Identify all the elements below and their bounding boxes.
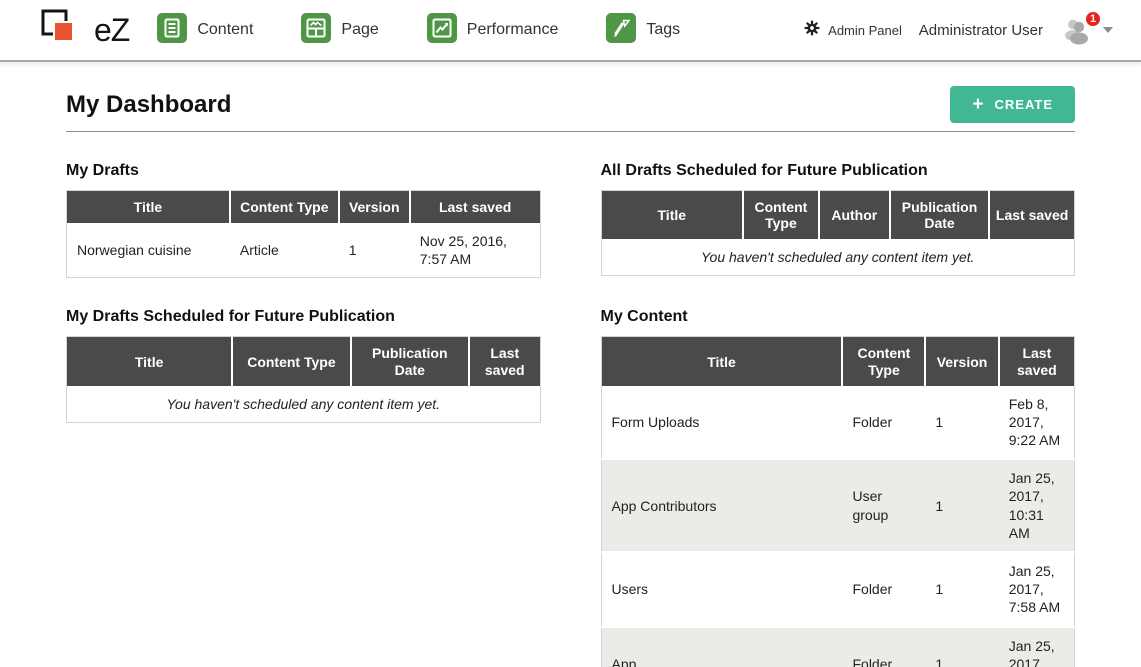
table-cell: App Contributors bbox=[601, 459, 842, 552]
table-cell: 1 bbox=[339, 223, 410, 278]
ez-logo[interactable]: eZ bbox=[40, 6, 129, 55]
table-row[interactable]: App ContributorsUser group1Jan 25, 2017,… bbox=[601, 459, 1075, 552]
column-header: Author bbox=[819, 191, 890, 240]
table-row[interactable]: Norwegian cuisineArticle1Nov 25, 2016, 7… bbox=[67, 223, 541, 278]
table-cell: Form Uploads bbox=[601, 386, 842, 460]
gear-icon bbox=[804, 20, 820, 41]
my-drafts-table: TitleContent TypeVersionLast savedNorweg… bbox=[66, 190, 541, 278]
table-cell: 1 bbox=[925, 386, 998, 460]
table-header-row: TitleContent TypeVersionLast saved bbox=[601, 337, 1075, 386]
create-button[interactable]: + CREATE bbox=[950, 86, 1075, 123]
dashboard-grid: My Drafts TitleContent TypeVersionLast s… bbox=[66, 162, 1075, 667]
page-icon bbox=[301, 13, 331, 48]
nav-label-tags: Tags bbox=[646, 21, 680, 39]
admin-panel-label: Admin Panel bbox=[828, 23, 902, 38]
create-button-label: CREATE bbox=[995, 97, 1053, 112]
section-title-all-drafts-scheduled: All Drafts Scheduled for Future Publicat… bbox=[601, 162, 1076, 180]
table-cell: Folder bbox=[842, 552, 925, 627]
column-header: Last saved bbox=[989, 191, 1074, 240]
column-header: Content Type bbox=[232, 337, 350, 386]
user-name: Administrator User bbox=[919, 22, 1043, 39]
table-row[interactable]: Form UploadsFolder1Feb 8, 2017, 9:22 AM bbox=[601, 386, 1075, 460]
section-title-my-content: My Content bbox=[601, 308, 1076, 326]
ez-logo-icon bbox=[40, 6, 90, 55]
column-header: Content Type bbox=[230, 191, 339, 224]
table-cell: Jan 25, 2017, 7:55 AM bbox=[999, 627, 1075, 667]
section-my-drafts: My Drafts TitleContent TypeVersionLast s… bbox=[66, 162, 541, 278]
column-header: Last saved bbox=[999, 337, 1075, 386]
content-icon bbox=[157, 13, 187, 48]
my-drafts-scheduled-table-container: TitleContent TypePublication DateLast sa… bbox=[66, 336, 541, 422]
admin-panel-button[interactable]: Admin Panel bbox=[804, 20, 902, 41]
column-header: Last saved bbox=[410, 191, 540, 224]
notification-badge[interactable]: 1 bbox=[1084, 10, 1102, 28]
my-content-table-container: TitleContent TypeVersionLast savedForm U… bbox=[601, 336, 1076, 667]
table-cell: 1 bbox=[925, 552, 998, 627]
column-header: Title bbox=[67, 191, 230, 224]
section-title-my-drafts: My Drafts bbox=[66, 162, 541, 180]
section-all-drafts-scheduled: All Drafts Scheduled for Future Publicat… bbox=[601, 162, 1076, 276]
dashboard-main: My Dashboard + CREATE My Drafts TitleCon… bbox=[0, 62, 1141, 667]
my-content-table: TitleContent TypeVersionLast savedForm U… bbox=[601, 336, 1076, 667]
title-divider bbox=[66, 131, 1075, 132]
column-header: Publication Date bbox=[351, 337, 469, 386]
table-cell: Nov 25, 2016, 7:57 AM bbox=[410, 223, 540, 278]
table-cell: Norwegian cuisine bbox=[67, 223, 230, 278]
table-cell: User group bbox=[842, 459, 925, 552]
table-row[interactable]: AppFolder1Jan 25, 2017, 7:55 AM bbox=[601, 627, 1075, 667]
column-header: Title bbox=[601, 191, 743, 240]
empty-row: You haven't scheduled any content item y… bbox=[67, 386, 541, 423]
plus-icon: + bbox=[972, 95, 984, 114]
column-header: Publication Date bbox=[890, 191, 989, 240]
column-header: Content Type bbox=[842, 337, 925, 386]
nav-item-tags[interactable]: Tags bbox=[606, 13, 680, 48]
section-my-content: My Content TitleContent TypeVersionLast … bbox=[601, 308, 1076, 667]
table-cell: Article bbox=[230, 223, 339, 278]
my-drafts-scheduled-table: TitleContent TypePublication DateLast sa… bbox=[66, 336, 541, 422]
tags-icon bbox=[606, 13, 636, 48]
all-drafts-scheduled-table: TitleContent TypeAuthorPublication DateL… bbox=[601, 190, 1076, 276]
section-my-drafts-scheduled: My Drafts Scheduled for Future Publicati… bbox=[66, 308, 541, 422]
nav-item-performance[interactable]: Performance bbox=[427, 13, 559, 48]
nav-label-content: Content bbox=[197, 21, 253, 39]
logo-text: eZ bbox=[94, 12, 129, 49]
table-header-row: TitleContent TypePublication DateLast sa… bbox=[67, 337, 541, 386]
table-cell: 1 bbox=[925, 627, 998, 667]
table-cell: Jan 25, 2017, 7:58 AM bbox=[999, 552, 1075, 627]
top-bar: eZ Content Page bbox=[0, 0, 1141, 62]
nav-item-content[interactable]: Content bbox=[157, 13, 253, 48]
user-menu[interactable]: Administrator User 1 bbox=[919, 15, 1113, 45]
nav-item-page[interactable]: Page bbox=[301, 13, 378, 48]
column-header: Version bbox=[925, 337, 998, 386]
performance-icon bbox=[427, 13, 457, 48]
avatar[interactable]: 1 bbox=[1061, 15, 1093, 45]
my-drafts-table-container: TitleContent TypeVersionLast savedNorweg… bbox=[66, 190, 541, 278]
table-cell: App bbox=[601, 627, 842, 667]
column-header: Title bbox=[67, 337, 233, 386]
section-title-my-drafts-scheduled: My Drafts Scheduled for Future Publicati… bbox=[66, 308, 541, 326]
table-cell: Users bbox=[601, 552, 842, 627]
column-header: Content Type bbox=[743, 191, 819, 240]
chevron-down-icon[interactable] bbox=[1103, 27, 1113, 33]
empty-message: You haven't scheduled any content item y… bbox=[67, 386, 541, 423]
empty-row: You haven't scheduled any content item y… bbox=[601, 239, 1075, 276]
column-header: Last saved bbox=[469, 337, 540, 386]
table-cell: Jan 25, 2017, 10:31 AM bbox=[999, 459, 1075, 552]
table-row[interactable]: UsersFolder1Jan 25, 2017, 7:58 AM bbox=[601, 552, 1075, 627]
table-cell: 1 bbox=[925, 459, 998, 552]
column-header: Version bbox=[339, 191, 410, 224]
nav-label-page: Page bbox=[341, 21, 378, 39]
table-header-row: TitleContent TypeVersionLast saved bbox=[67, 191, 541, 224]
all-drafts-scheduled-table-container: TitleContent TypeAuthorPublication DateL… bbox=[601, 190, 1076, 276]
table-cell: Folder bbox=[842, 386, 925, 460]
table-header-row: TitleContent TypeAuthorPublication DateL… bbox=[601, 191, 1075, 240]
nav-label-performance: Performance bbox=[467, 21, 559, 39]
empty-message: You haven't scheduled any content item y… bbox=[601, 239, 1075, 276]
table-cell: Feb 8, 2017, 9:22 AM bbox=[999, 386, 1075, 460]
table-cell: Folder bbox=[842, 627, 925, 667]
page-title: My Dashboard bbox=[66, 91, 231, 119]
column-header: Title bbox=[601, 337, 842, 386]
